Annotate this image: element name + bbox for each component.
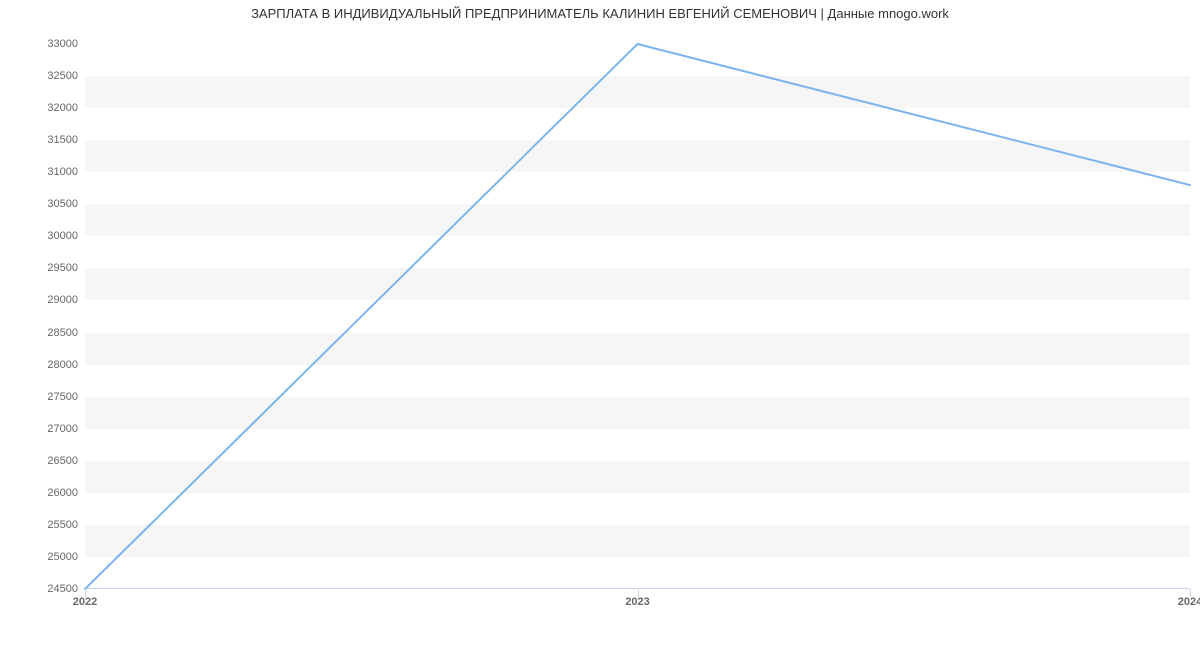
x-tick-label: 2022 [73,596,97,608]
plot-area [85,44,1190,589]
x-tick-mark [1190,589,1191,597]
y-tick-label: 29000 [8,294,78,306]
x-tick-label: 2024 [1178,596,1200,608]
x-tick-mark [638,589,639,597]
y-tick-label: 32000 [8,102,78,114]
y-tick-label: 28000 [8,359,78,371]
y-tick-label: 26500 [8,455,78,467]
chart-container: ЗАРПЛАТА В ИНДИВИДУАЛЬНЫЙ ПРЕДПРИНИМАТЕЛ… [0,0,1200,650]
line-series-layer [85,44,1190,589]
y-tick-label: 30000 [8,230,78,242]
y-tick-label: 32500 [8,70,78,82]
y-tick-label: 30500 [8,198,78,210]
y-tick-label: 25500 [8,519,78,531]
y-tick-label: 27500 [8,391,78,403]
x-tick-label: 2023 [625,596,649,608]
y-tick-label: 28500 [8,327,78,339]
y-tick-label: 31500 [8,134,78,146]
y-tick-label: 24500 [8,583,78,595]
y-tick-label: 31000 [8,166,78,178]
salary-line-series [85,44,1190,589]
y-tick-label: 25000 [8,551,78,563]
y-tick-label: 26000 [8,487,78,499]
chart-title: ЗАРПЛАТА В ИНДИВИДУАЛЬНЫЙ ПРЕДПРИНИМАТЕЛ… [0,6,1200,21]
y-tick-label: 29500 [8,262,78,274]
y-tick-label: 27000 [8,423,78,435]
y-tick-label: 33000 [8,38,78,50]
x-tick-mark [85,589,86,597]
